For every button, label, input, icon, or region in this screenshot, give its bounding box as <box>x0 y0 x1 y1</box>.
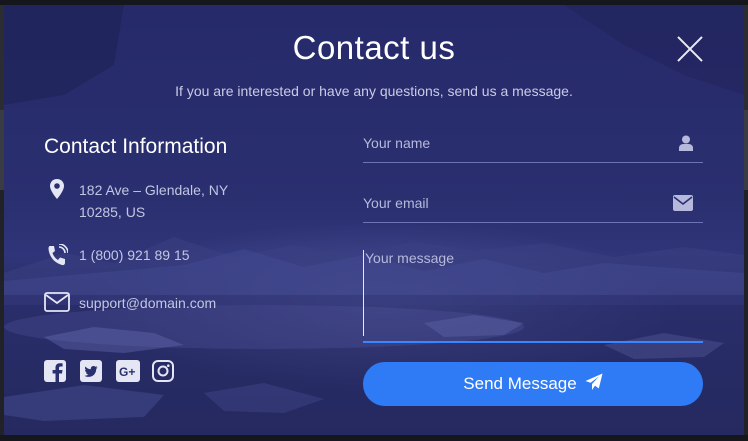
address-line-2: 10285, US <box>79 204 146 220</box>
email-row: support@domain.com <box>44 292 216 318</box>
twitter-icon[interactable] <box>80 360 102 382</box>
svg-text:G+: G+ <box>119 365 135 379</box>
message-field <box>363 250 703 343</box>
contact-modal: Contact us If you are interested or have… <box>4 5 744 435</box>
envelope-icon <box>44 292 70 318</box>
send-message-button[interactable]: Send Message <box>363 362 703 406</box>
background-bottom-strip <box>0 435 748 441</box>
email-field <box>363 195 703 223</box>
social-links: G+ <box>44 360 188 382</box>
paper-plane-icon <box>585 373 603 396</box>
modal-subtitle: If you are interested or have any questi… <box>175 83 573 99</box>
phone-row: 1 (800) 921 89 15 <box>44 244 190 270</box>
facebook-icon[interactable] <box>44 360 66 382</box>
address-row: 182 Ave – Glendale, NY 10285, US <box>44 179 228 223</box>
email-input[interactable] <box>363 195 703 211</box>
phone-text: 1 (800) 921 89 15 <box>79 247 190 263</box>
map-marker-icon <box>44 179 70 205</box>
user-icon <box>679 135 693 156</box>
address-text: 182 Ave – Glendale, NY 10285, US <box>79 179 228 223</box>
address-line-1: 182 Ave – Glendale, NY <box>79 182 229 198</box>
envelope-field-icon <box>673 195 693 216</box>
email-link[interactable]: support@domain.com <box>79 292 216 314</box>
modal-title: Contact us <box>292 29 456 66</box>
send-message-label: Send Message <box>463 374 577 393</box>
contact-info-heading: Contact Information <box>44 135 228 158</box>
google-plus-icon[interactable]: G+ <box>116 360 140 382</box>
instagram-icon[interactable] <box>152 360 174 382</box>
name-field <box>363 135 703 163</box>
phone-icon <box>44 244 70 270</box>
name-input[interactable] <box>363 135 703 151</box>
message-input[interactable] <box>363 250 703 336</box>
